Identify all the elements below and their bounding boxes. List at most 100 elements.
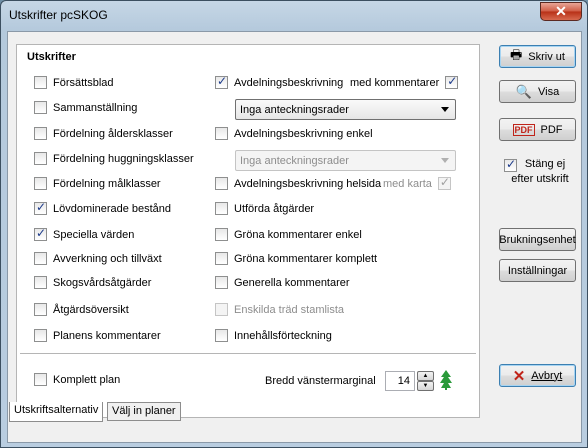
checkbox-label: med karta: [383, 177, 432, 190]
checkbox-box[interactable]: [34, 276, 47, 289]
checkbox-label: Sammanställning: [53, 101, 138, 114]
checkbox-aldersklasser[interactable]: Fördelning åldersklasser: [34, 127, 173, 140]
checkbox-grona-enkel[interactable]: Gröna kommentarer enkel: [215, 228, 362, 241]
view-button[interactable]: 🔍 Visa: [499, 80, 576, 103]
checkbox-avdelningsbeskrivning-enkel[interactable]: Avdelningsbeskrivning enkel: [215, 127, 373, 140]
checkbox-med-karta: med karta: [383, 175, 457, 190]
checkbox-box[interactable]: [504, 157, 517, 172]
checkbox-label: Avdelningsbeskrivning helsida: [234, 177, 382, 190]
margin-input[interactable]: 14: [385, 371, 415, 391]
print-button[interactable]: 🖶 Skriv ut: [499, 45, 576, 68]
checkbox-generella-kommentarer[interactable]: Generella kommentarer: [215, 276, 350, 289]
checkbox-label: Fördelning åldersklasser: [53, 127, 173, 140]
close-icon: ✕: [512, 367, 526, 385]
checkbox-utforda-atgarder[interactable]: Utförda åtgärder: [215, 202, 314, 215]
checkbox-label: Planens kommentarer: [53, 329, 161, 342]
checkbox-box[interactable]: [34, 303, 47, 316]
checkbox-forsattsblad[interactable]: Försättsblad: [34, 76, 114, 89]
checkbox-avverkning[interactable]: Avverkning och tillväxt: [34, 252, 162, 265]
checkbox-label: med kommentarer: [350, 76, 440, 89]
checkbox-med-kommentarer[interactable]: med kommentarer: [350, 74, 464, 89]
checkbox-label: Lövdominerade bestånd: [53, 202, 172, 215]
checkbox-label: Avdelningsbeskrivning enkel: [234, 127, 373, 140]
checkbox-box[interactable]: [34, 177, 47, 190]
checkbox-box[interactable]: [215, 329, 228, 342]
checkbox-box[interactable]: [34, 252, 47, 265]
preview-icon: 🔍: [515, 83, 532, 99]
checkbox-box[interactable]: [34, 329, 47, 342]
checkbox-box[interactable]: [215, 228, 228, 241]
button-label: Brukningsenhet: [499, 233, 576, 246]
checkbox-lovdominerade[interactable]: Lövdominerade bestånd: [34, 200, 172, 215]
checkbox-box[interactable]: [34, 373, 47, 386]
checkbox-box[interactable]: [34, 200, 47, 215]
margin-label: Bredd vänstermarginal: [265, 375, 376, 387]
settings-button[interactable]: Inställningar: [499, 259, 576, 282]
chevron-down-icon: [441, 107, 449, 112]
tab-valj-in-planer[interactable]: Välj in planer: [107, 402, 181, 421]
checkbox-box[interactable]: [215, 177, 228, 190]
checkbox-label: Utförda åtgärder: [234, 202, 315, 215]
checkbox-sammanstallning[interactable]: Sammanställning: [34, 101, 137, 114]
checkbox-avdelningsbeskrivning[interactable]: Avdelningsbeskrivning: [215, 74, 344, 89]
print-options-group: Utskrifter Försättsblad Sammanställning …: [16, 44, 480, 418]
checkbox-speciella-varden[interactable]: Speciella värden: [34, 226, 135, 241]
button-label: PDF: [540, 123, 563, 136]
checkbox-huggningsklasser[interactable]: Fördelning huggningsklasser: [34, 152, 194, 165]
checkbox-box[interactable]: [215, 252, 228, 265]
checkbox-label: Försättsblad: [53, 76, 114, 89]
checkbox-label: Fördelning huggningsklasser: [53, 152, 194, 165]
checkbox-label: Innehållsförteckning: [234, 329, 332, 342]
checkbox-box[interactable]: [34, 152, 47, 165]
print-dialog-window: Utskrifter pcSKOG ✕ Utskrifter Försättsb…: [0, 0, 588, 448]
button-label: Inställningar: [507, 264, 568, 277]
tab-utskriftsalternativ[interactable]: Utskriftsalternativ: [9, 402, 104, 422]
checkbox-grona-komplett[interactable]: Gröna kommentarer komplett: [215, 252, 377, 265]
checkbox-label: Avdelningsbeskrivning: [234, 76, 344, 89]
checkbox-skogsvard[interactable]: Skogsvårdsåtgärder: [34, 276, 151, 289]
checkbox-box[interactable]: [215, 127, 228, 140]
group-title: Utskrifter: [27, 51, 76, 63]
checkbox-atgardsoversikt[interactable]: Åtgärdsöversikt: [34, 303, 129, 316]
button-label: Skriv ut: [528, 50, 565, 63]
checkbox-label: Skogsvårdsåtgärder: [53, 276, 152, 289]
checkbox-avdelningsbeskrivning-helsida[interactable]: Avdelningsbeskrivning helsida: [215, 177, 381, 190]
brukningsenhet-button[interactable]: Brukningsenhet: [499, 228, 576, 251]
checkbox-box[interactable]: [215, 202, 228, 215]
stepper-down-button[interactable]: ▼: [417, 381, 434, 391]
checkbox-planens-kommentarer[interactable]: Planens kommentarer: [34, 329, 161, 342]
checkbox-box[interactable]: [215, 74, 228, 89]
checkbox-label: Åtgärdsöversikt: [53, 303, 129, 316]
checkbox-label: Generella kommentarer: [234, 276, 350, 289]
checkbox-box[interactable]: [215, 276, 228, 289]
checkbox-box[interactable]: [34, 76, 47, 89]
dropdown-value: Inga anteckningsrader: [240, 154, 349, 167]
checkbox-keep-open[interactable]: Stäng ej efter utskrift: [504, 157, 576, 187]
chevron-down-icon: [441, 158, 449, 163]
checkbox-box: [215, 303, 228, 316]
margin-stepper[interactable]: ▲ ▼: [417, 371, 434, 391]
checkbox-label: Enskilda träd stamlista: [234, 303, 345, 316]
checkbox-box[interactable]: [34, 127, 47, 140]
cancel-button[interactable]: ✕ Avbryt: [499, 364, 576, 387]
checkbox-label: Speciella värden: [53, 228, 135, 241]
close-button[interactable]: ✕: [540, 2, 582, 21]
checkbox-komplett-plan[interactable]: Komplett plan: [34, 373, 120, 386]
button-label: Visa: [537, 85, 560, 98]
tab-strip: Utskriftsalternativ Välj in planer: [8, 402, 583, 422]
dialog-client-area: Utskrifter Försättsblad Sammanställning …: [7, 31, 582, 443]
checkbox-box[interactable]: [445, 74, 459, 89]
checkbox-label: Komplett plan: [53, 373, 121, 386]
checkbox-box[interactable]: [34, 101, 47, 114]
checkbox-innehallsforteckning[interactable]: Innehållsförteckning: [215, 329, 332, 342]
pdf-button[interactable]: PDF PDF: [499, 118, 576, 141]
divider: [20, 353, 476, 354]
annotation-rows-dropdown-disabled: Inga anteckningsrader: [235, 150, 456, 171]
checkbox-box[interactable]: [34, 226, 47, 241]
checkbox-malklasser[interactable]: Fördelning målklasser: [34, 177, 161, 190]
title-bar[interactable]: Utskrifter pcSKOG ✕: [1, 1, 587, 31]
annotation-rows-dropdown[interactable]: Inga anteckningsrader: [235, 99, 456, 120]
stepper-up-button[interactable]: ▲: [417, 371, 434, 381]
checkbox-enskilda-trad: Enskilda träd stamlista: [215, 303, 344, 316]
checkbox-label: Fördelning målklasser: [53, 177, 161, 190]
